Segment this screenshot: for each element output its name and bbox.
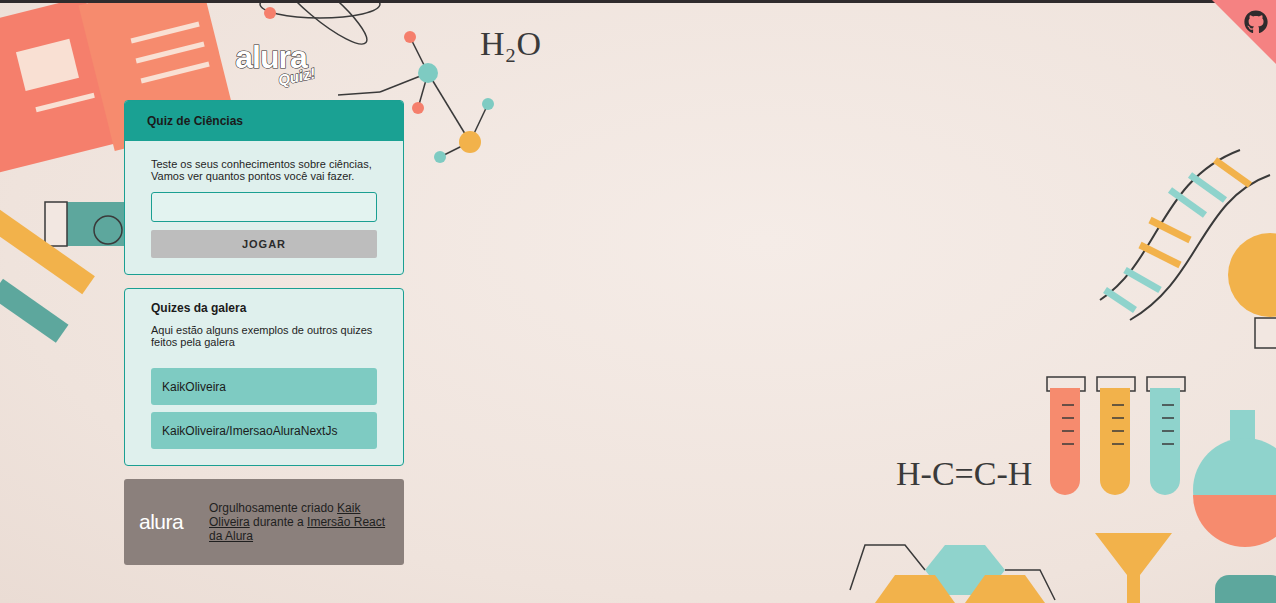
formula: H₂O <box>480 25 541 62</box>
hexagon-icon <box>850 545 1055 603</box>
alura-logo: alura <box>139 510 189 534</box>
top-bar <box>0 0 1276 3</box>
formula: H-C=C-H <box>896 455 1032 492</box>
footer: alura Orgulhosamente criado Kaik Oliveira… <box>124 479 404 565</box>
quiz-logo: aluraQuiz! <box>124 41 404 92</box>
page: H₂O H-C=C-H aluraQuiz! Quiz de Ciências Test… <box>0 0 1276 603</box>
footer-text: Orgulhosamente criado Kaik Oliveira dura… <box>209 501 389 543</box>
card-title: Quiz de Ciências <box>147 114 243 128</box>
quiz-link[interactable]: KaikOliveira <box>151 368 377 405</box>
card-body: Quizes da galera Aqui estão alguns exempl… <box>125 289 403 465</box>
main-column: aluraQuiz! Quiz de Ciências Teste os seus … <box>124 41 404 565</box>
content: aluraQuiz! Quiz de Ciências Teste os seus … <box>0 3 1276 565</box>
name-input[interactable] <box>151 192 377 222</box>
card-body: Teste os seus conhecimentos sobre ciênci… <box>125 141 403 274</box>
footer-text-part: Orgulhosamente criado <box>209 501 337 515</box>
quiz-link[interactable]: KaikOliveira/ImersaoAluraNextJs <box>151 412 377 449</box>
card-description: Aqui estão alguns exemplos de outros qui… <box>151 324 377 348</box>
card-title: Quizes da galera <box>151 301 377 316</box>
card-description: Vamos ver quantos pontos você vai fazer. <box>151 170 377 182</box>
test-tubes-icon <box>1047 377 1185 495</box>
github-icon <box>1244 10 1268 34</box>
card-header: Quiz de Ciências <box>125 101 403 141</box>
gallery-card: Quizes da galera Aqui estão alguns exempl… <box>124 288 404 466</box>
github-corner[interactable] <box>1212 0 1276 64</box>
footer-text-part: durante a <box>250 515 307 529</box>
dna-icon <box>1100 150 1270 320</box>
quiz-card: Quiz de Ciências Teste os seus conhecimen… <box>124 100 404 275</box>
funnel-icon <box>1095 533 1172 603</box>
microscope-icon <box>0 202 125 343</box>
glove-icon <box>1215 575 1276 603</box>
play-button[interactable]: JOGAR <box>151 230 377 258</box>
card-description: Teste os seus conhecimentos sobre ciênci… <box>151 158 377 170</box>
bulb-icon <box>1228 233 1276 348</box>
flask-icon <box>1193 410 1276 547</box>
quiz-list: KaikOliveira KaikOliveira/ImersaoAluraNex… <box>151 368 377 449</box>
